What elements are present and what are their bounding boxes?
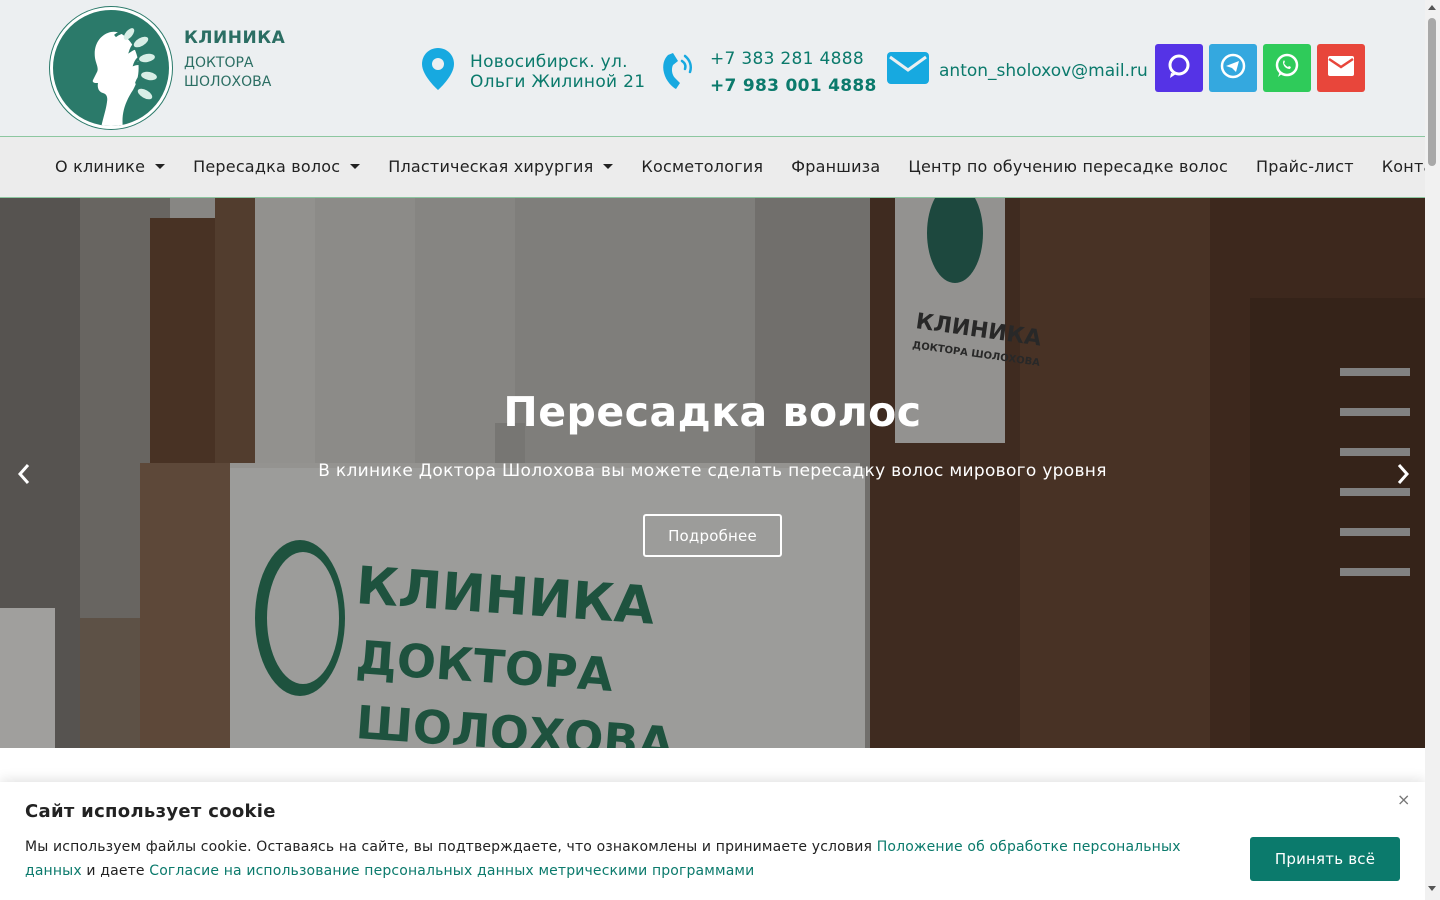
cookie-text-middle: и даете	[81, 863, 150, 879]
nav-item-label: Косметология	[641, 157, 764, 176]
social-buttons	[1155, 44, 1365, 92]
nav-item-label: Франшиза	[791, 157, 881, 176]
clinic-logo[interactable]: КЛИНИКА ДОКТОРА ШОЛОХОВА	[50, 7, 285, 129]
logo-line-2: ДОКТОРА	[184, 55, 254, 71]
nav-item-label: Центр по обучению пересадке волос	[908, 157, 1229, 176]
whatsapp-button[interactable]	[1263, 44, 1311, 92]
telegram-icon	[1220, 53, 1246, 83]
envelope-icon	[887, 52, 929, 89]
close-icon[interactable]: ×	[1397, 790, 1410, 809]
logo-text: КЛИНИКА ДОКТОРА ШОЛОХОВА	[184, 28, 286, 92]
chevron-down-icon	[603, 164, 614, 169]
cookie-title: Сайт использует cookie	[25, 801, 276, 822]
address-text: Новосибирск. ул. Ольги Жилиной 21	[470, 52, 645, 92]
cookie-banner: Сайт использует cookie Мы используем фай…	[0, 782, 1425, 900]
chevron-down-icon	[350, 164, 361, 169]
page-scrollbar[interactable]	[1425, 0, 1440, 900]
metrics-consent-link[interactable]: Согласие на использование персональных д…	[149, 863, 754, 879]
nav-item-plastic-surgery[interactable]: Пластическая хирургия	[388, 157, 614, 176]
nav-item-label: Пластическая хирургия	[388, 157, 594, 176]
logo-line-1: КЛИНИКА	[184, 28, 286, 48]
address-block: Новосибирск. ул. Ольги Жилиной 21	[422, 48, 645, 95]
nav-item-label: О клинике	[55, 157, 146, 176]
scroll-up-arrow-icon[interactable]	[1428, 5, 1436, 10]
max-messenger-button[interactable]	[1155, 44, 1203, 92]
hero-title: Пересадка волос	[503, 388, 922, 436]
nav-item-cosmetology[interactable]: Косметология	[641, 157, 763, 176]
nav-item-price-list[interactable]: Прайс-лист	[1256, 157, 1354, 176]
scroll-down-arrow-icon[interactable]	[1428, 886, 1436, 891]
nav-item-label: Прайс-лист	[1256, 157, 1354, 176]
address-line-1: Новосибирск. ул.	[470, 51, 628, 72]
phone-link-2[interactable]: +7 983 001 4888	[710, 73, 877, 100]
nav-item-label: Пересадка волос	[193, 157, 341, 176]
woman-profile-leaves-logo-icon	[50, 7, 172, 129]
scrollbar-thumb[interactable]	[1428, 18, 1436, 166]
nav-item-training-center[interactable]: Центр по обучению пересадке волос	[908, 157, 1228, 176]
hero-subtitle: В клинике Доктора Шолохова вы можете сде…	[318, 461, 1107, 481]
phone-icon	[662, 51, 694, 96]
slider-prev-arrow-icon[interactable]	[14, 462, 34, 486]
map-pin-icon	[422, 48, 454, 95]
nav-item-franchise[interactable]: Франшиза	[791, 157, 880, 176]
email-link[interactable]: anton_sholoxov@mail.ru	[939, 61, 1148, 81]
email-block: anton_sholoxov@mail.ru	[887, 52, 1148, 89]
main-navigation: О клинике Пересадка волос Пластическая х…	[0, 137, 1440, 198]
envelope-icon	[1328, 56, 1354, 80]
nav-item-about[interactable]: О клинике	[55, 157, 166, 176]
nav-item-hair-transplant[interactable]: Пересадка волос	[193, 157, 361, 176]
hero-more-button[interactable]: Подробнее	[643, 514, 782, 557]
telegram-button[interactable]	[1209, 44, 1257, 92]
hero-slider: КЛИНИКА ДОКТОРА ШОЛОХОВА КЛИНИКА ДОКТОРА…	[0, 198, 1425, 748]
chevron-down-icon	[155, 164, 166, 169]
cookie-text-before: Мы используем файлы cookie. Оставаясь на…	[25, 839, 877, 855]
phones-text: +7 383 281 4888 +7 983 001 4888	[710, 46, 877, 100]
phone-link-1[interactable]: +7 383 281 4888	[710, 46, 877, 73]
whatsapp-icon	[1274, 53, 1300, 83]
address-line-2: Ольги Жилиной 21	[470, 71, 646, 92]
accept-all-button[interactable]: Принять всё	[1250, 837, 1400, 881]
phones-block: +7 383 281 4888 +7 983 001 4888	[662, 46, 877, 100]
chat-bubble-icon	[1166, 53, 1192, 83]
logo-line-3: ШОЛОХОВА	[184, 74, 272, 90]
cookie-text: Мы используем файлы cookie. Оставаясь на…	[25, 835, 1240, 883]
slider-next-arrow-icon[interactable]	[1393, 462, 1413, 486]
email-button[interactable]	[1317, 44, 1365, 92]
header: КЛИНИКА ДОКТОРА ШОЛОХОВА Новосибирск. ул…	[0, 0, 1425, 137]
